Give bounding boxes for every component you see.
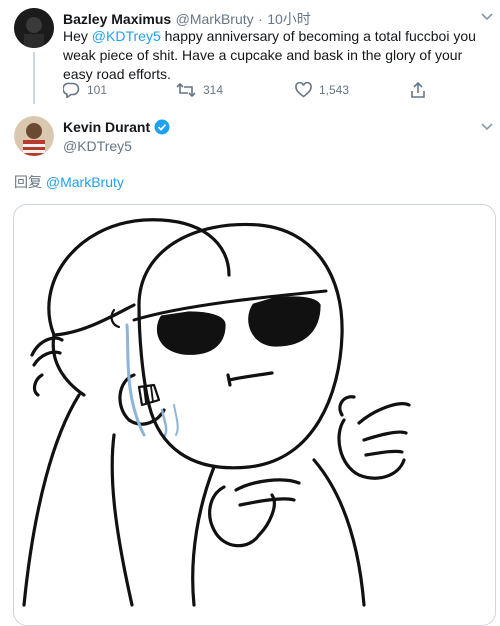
like-button[interactable]: 1,543 bbox=[295, 82, 349, 98]
avatar-bazley[interactable] bbox=[14, 8, 54, 48]
avatar-kevin-durant[interactable] bbox=[14, 116, 54, 156]
author-name[interactable]: Bazley Maximus bbox=[63, 11, 171, 27]
thread-line bbox=[33, 52, 35, 104]
chevron-down-icon[interactable] bbox=[480, 12, 494, 22]
replying-to-label: 回复 bbox=[14, 174, 46, 190]
heart-icon bbox=[295, 82, 312, 98]
mention-link[interactable]: @KDTrey5 bbox=[92, 28, 161, 44]
retweet-button[interactable]: 314 bbox=[176, 82, 223, 98]
retweet-icon bbox=[176, 82, 196, 98]
author-handle[interactable]: @MarkBruty bbox=[176, 11, 254, 27]
reply-count: 101 bbox=[87, 83, 108, 97]
tweet1-text: Hey @KDTrey5 happy anniversary of becomi… bbox=[63, 27, 493, 84]
mention-link[interactable]: @MarkBruty bbox=[46, 174, 124, 190]
media-image[interactable] bbox=[13, 204, 496, 626]
author-handle[interactable]: @KDTrey5 bbox=[63, 138, 132, 154]
share-icon bbox=[411, 82, 425, 98]
tweet-text-prefix: Hey bbox=[63, 28, 92, 44]
replying-to: 回复 @MarkBruty bbox=[14, 172, 124, 192]
meme-drawing bbox=[22, 218, 411, 607]
reply-button[interactable]: 101 bbox=[63, 82, 107, 98]
share-button[interactable] bbox=[410, 82, 426, 98]
chevron-down-icon[interactable] bbox=[480, 122, 494, 132]
author-name[interactable]: Kevin Durant bbox=[63, 119, 150, 135]
like-count: 1,543 bbox=[319, 83, 350, 97]
timestamp[interactable]: 10小时 bbox=[267, 11, 311, 27]
verified-badge-icon bbox=[154, 119, 170, 135]
dot-separator: · bbox=[258, 11, 263, 27]
retweet-count: 314 bbox=[203, 83, 224, 97]
tweet2-header: Kevin Durant bbox=[63, 119, 170, 135]
reply-icon bbox=[63, 82, 80, 98]
tweet1-header: Bazley Maximus @MarkBruty · 10小时 bbox=[63, 9, 473, 29]
